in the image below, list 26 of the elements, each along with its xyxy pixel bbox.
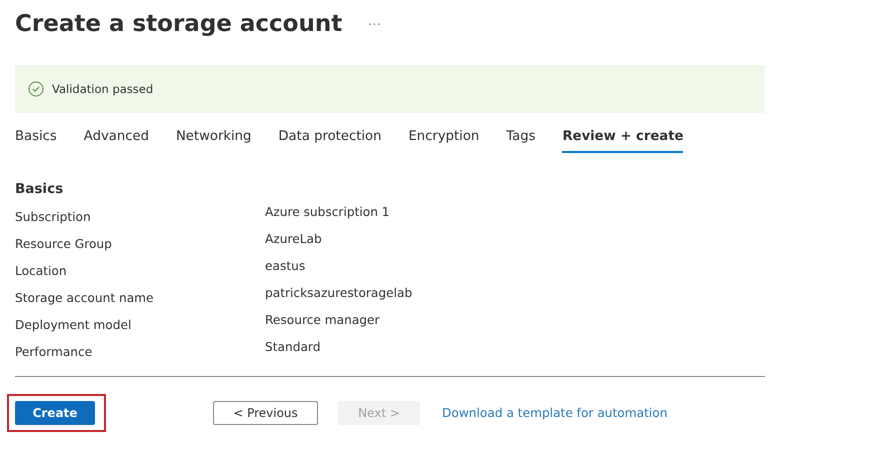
- field-value: AzureLab: [265, 232, 323, 248]
- field-label: Resource Group: [15, 237, 113, 253]
- nav-button[interactable]: < Previous: [213, 401, 318, 425]
- field-label: Subscription: [15, 210, 92, 226]
- page-title: Create a storage account: [15, 11, 342, 37]
- more-options-button[interactable]: ···: [368, 18, 382, 30]
- download-template-link[interactable]: Download a template for automation: [442, 406, 668, 420]
- field-label: Performance: [15, 345, 94, 361]
- tab[interactable]: Networking: [176, 125, 252, 153]
- field-value: Resource manager: [265, 313, 381, 329]
- tab[interactable]: Advanced: [84, 125, 149, 153]
- tab[interactable]: Basics: [15, 125, 57, 153]
- field-label: Location: [15, 264, 68, 280]
- field-value: eastus: [265, 259, 306, 275]
- tab[interactable]: Encryption: [408, 125, 480, 153]
- validation-message: Validation passed: [52, 82, 154, 96]
- field-value: patricksazurestoragelab: [265, 286, 414, 302]
- tab[interactable]: Tags: [506, 125, 536, 153]
- tab[interactable]: Review + create: [562, 125, 684, 153]
- field-label: Storage account name: [15, 291, 155, 307]
- field-value: Standard: [265, 340, 322, 356]
- section-heading: Basics: [15, 181, 64, 197]
- create-button[interactable]: Create: [15, 401, 95, 425]
- field-label: Deployment model: [15, 318, 132, 334]
- tab[interactable]: Data protection: [278, 125, 382, 153]
- field-value: Azure subscription 1: [265, 205, 391, 221]
